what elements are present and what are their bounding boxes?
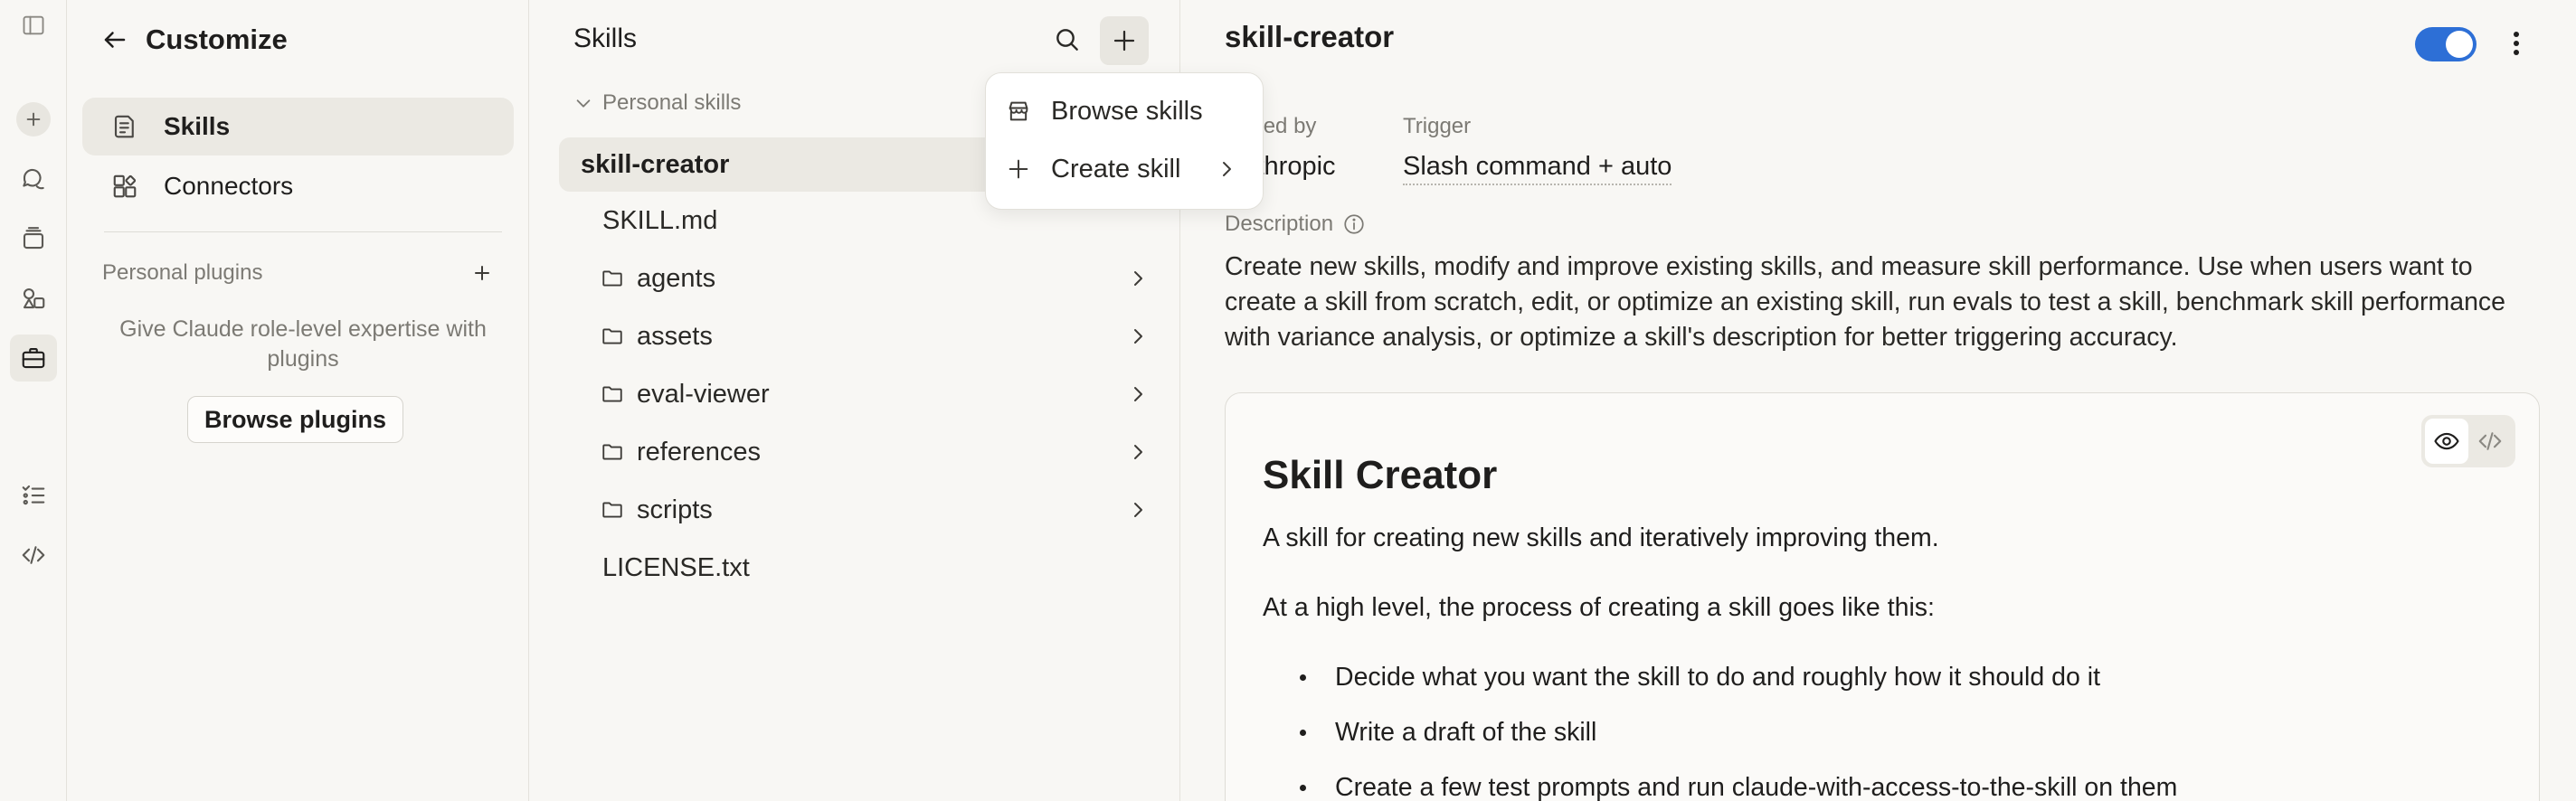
menu-item-label: Browse skills — [1051, 96, 1203, 126]
skill-enabled-toggle[interactable] — [2415, 27, 2477, 61]
file-name: SKILL.md — [602, 205, 718, 235]
artifacts-icon[interactable] — [10, 275, 57, 322]
toggle-knob — [2446, 31, 2473, 58]
back-arrow-icon[interactable] — [91, 16, 138, 63]
folder-icon — [601, 325, 624, 348]
nav-item-label: Skills — [164, 112, 231, 140]
trigger-value[interactable]: Slash command + auto — [1403, 152, 1672, 185]
bullet — [1300, 730, 1306, 736]
personal-skills-section[interactable]: Personal skills — [573, 90, 741, 116]
code-view-icon[interactable] — [2468, 419, 2512, 464]
bullet — [1300, 785, 1306, 791]
doc-list-item-text: Create a few test prompts and run claude… — [1335, 773, 2178, 801]
doc-heading: Skill Creator — [1263, 453, 1498, 497]
doc-paragraph: A skill for creating new skills and iter… — [1263, 523, 1939, 552]
personal-plugins-header: Personal plugins — [102, 255, 500, 291]
folder-name: assets — [637, 321, 713, 351]
chevron-right-icon — [1127, 499, 1149, 521]
page-title: Customize — [146, 24, 288, 55]
add-skill-menu: Browse skills Create skill — [985, 72, 1264, 210]
folder-item[interactable]: scripts — [602, 485, 1156, 535]
chevron-right-icon — [1127, 268, 1149, 289]
plugins-description: Give Claude role-level expertise with pl… — [119, 316, 487, 372]
doc-list-item: Write a draft of the skill — [1298, 718, 1596, 748]
folder-icon — [601, 498, 624, 522]
trigger-label: Trigger — [1403, 114, 1472, 138]
folder-name: scripts — [637, 495, 713, 524]
more-options-icon[interactable] — [2498, 24, 2534, 63]
divider — [104, 231, 502, 232]
tasks-icon[interactable] — [10, 472, 57, 519]
customize-header: Customize — [104, 16, 288, 63]
preview-eye-icon[interactable] — [2425, 419, 2468, 464]
skill-detail-panel: skill-creator Added by Anthropic Trigger… — [1181, 0, 2576, 801]
folder-icon — [601, 382, 624, 406]
skills-icon — [111, 113, 144, 140]
menu-item-label: Create skill — [1051, 154, 1181, 184]
nav-item-connectors[interactable]: Connectors — [82, 157, 514, 215]
folder-icon — [601, 440, 624, 464]
folder-icon — [601, 267, 624, 290]
projects-icon[interactable] — [10, 215, 57, 262]
folder-item[interactable]: assets — [602, 311, 1156, 362]
add-skill-button[interactable] — [1100, 16, 1149, 65]
description-header: Description — [1225, 212, 1366, 237]
bullet — [1300, 674, 1306, 681]
plus-icon — [1113, 30, 1135, 52]
sidebar-toggle-icon[interactable] — [10, 2, 57, 49]
customize-icon[interactable] — [10, 335, 57, 382]
icon-rail — [0, 0, 67, 801]
doc-list-item-text: Write a draft of the skill — [1335, 718, 1597, 747]
folder-name: references — [637, 437, 762, 466]
description-text: Create new skills, modify and improve ex… — [1225, 252, 2506, 352]
folder-item[interactable]: eval-viewer — [602, 369, 1156, 419]
menu-item-create-skill[interactable]: Create skill — [1006, 144, 1250, 194]
doc-paragraph: At a high level, the process of creating… — [1263, 593, 1935, 622]
connectors-icon — [111, 173, 144, 200]
store-icon — [1006, 99, 1033, 124]
menu-item-browse-skills[interactable]: Browse skills — [1006, 86, 1250, 137]
code-icon[interactable] — [10, 532, 57, 579]
browse-plugins-button[interactable]: Browse plugins — [187, 396, 404, 443]
personal-plugins-label: Personal plugins — [102, 260, 263, 285]
skills-title: Skills — [573, 24, 638, 53]
folder-name: agents — [637, 263, 716, 293]
file-item[interactable]: LICENSE.txt — [602, 542, 1156, 593]
description-label: Description — [1225, 212, 1334, 236]
chevron-right-icon — [1127, 383, 1149, 405]
customize-panel: Customize Skills Connectors Personal plu… — [68, 0, 529, 801]
chevron-right-icon — [1127, 441, 1149, 463]
nav-item-label: Connectors — [164, 172, 294, 200]
folder-name: eval-viewer — [637, 379, 770, 409]
folder-item[interactable]: agents — [602, 253, 1156, 304]
doc-list-item-text: Decide what you want the skill to do and… — [1335, 663, 2100, 692]
view-mode-toggle — [2421, 415, 2515, 467]
add-plugin-icon[interactable] — [464, 255, 500, 291]
chevron-down-icon — [573, 93, 593, 113]
chevron-right-icon — [1127, 325, 1149, 347]
file-name: LICENSE.txt — [602, 552, 750, 582]
search-icon[interactable] — [1046, 18, 1089, 61]
skill-title: skill-creator — [1225, 20, 1395, 53]
info-icon[interactable] — [1342, 212, 1366, 236]
folder-item[interactable]: references — [602, 427, 1156, 477]
chevron-right-icon — [1216, 158, 1237, 180]
section-label: Personal skills — [602, 90, 742, 115]
doc-list-item: Decide what you want the skill to do and… — [1298, 663, 2100, 693]
nav-item-skills[interactable]: Skills — [82, 98, 514, 155]
chats-icon[interactable] — [10, 155, 57, 203]
skill-preview-card: Skill Creator A skill for creating new s… — [1225, 392, 2540, 801]
doc-list-item: Create a few test prompts and run claude… — [1298, 773, 2177, 801]
plus-icon — [1006, 156, 1033, 182]
new-chat-icon[interactable] — [10, 96, 57, 143]
